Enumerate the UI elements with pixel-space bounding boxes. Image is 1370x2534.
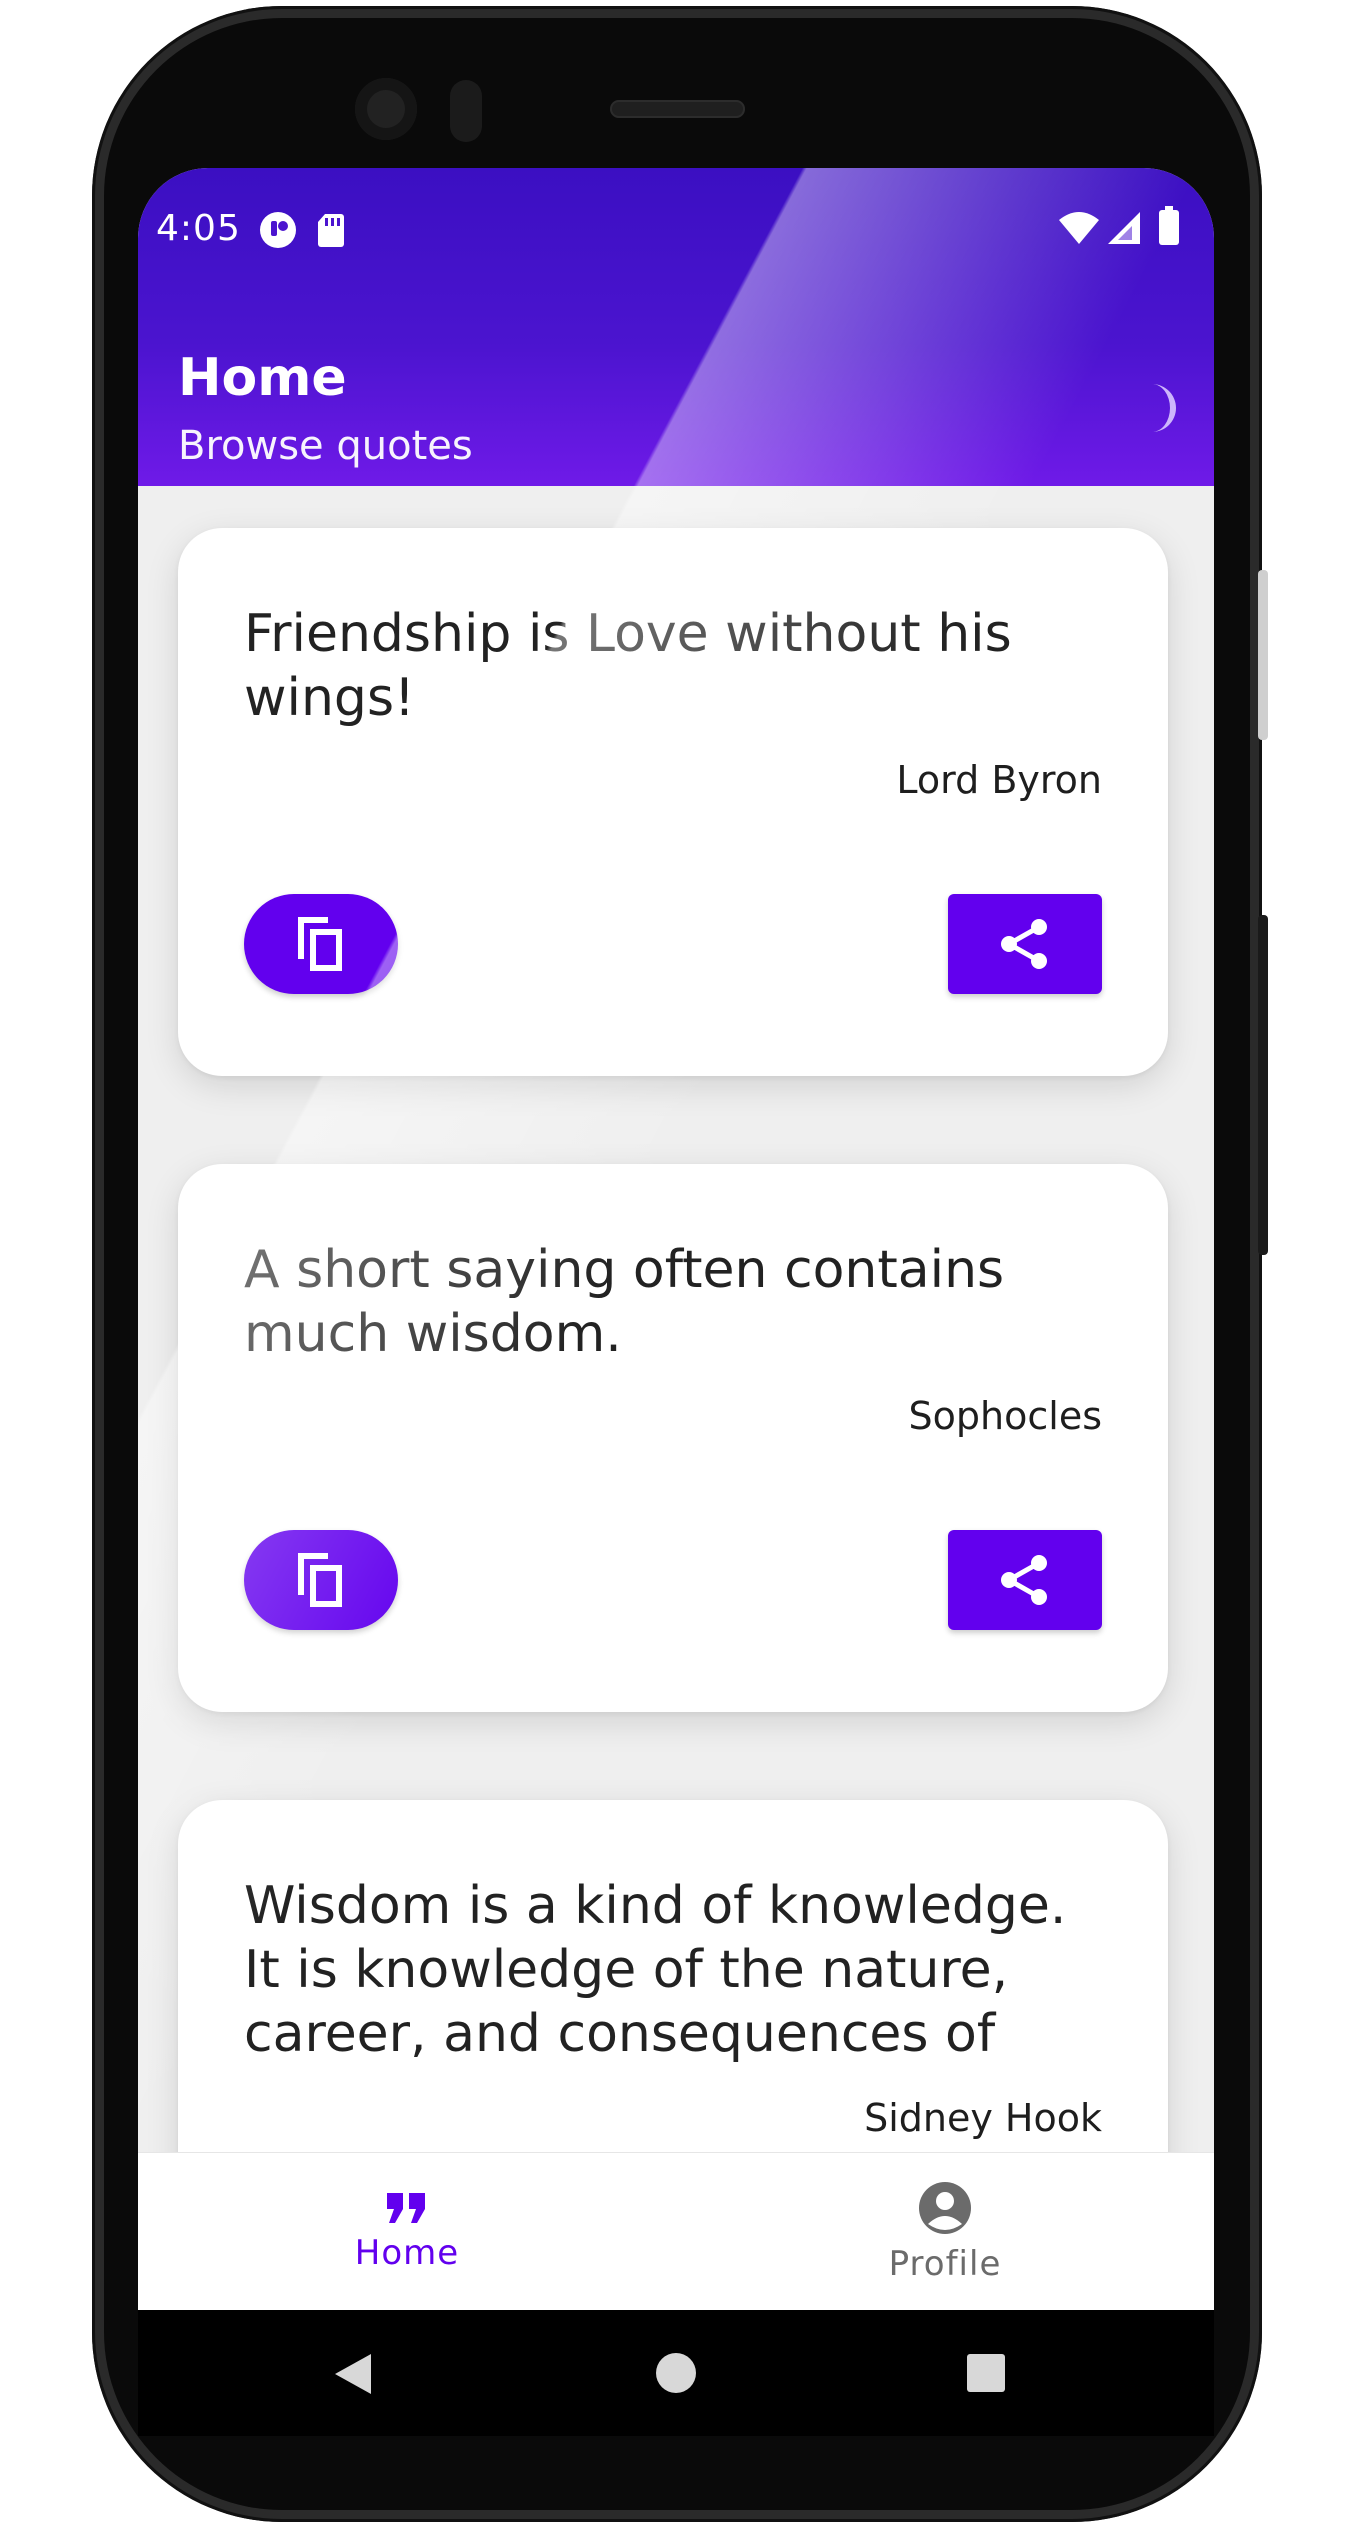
bottom-navigation: Home Profile xyxy=(138,2152,1214,2310)
copy-button[interactable] xyxy=(244,1530,398,1630)
quote-card: A short saying often contains much wisdo… xyxy=(178,1164,1168,1712)
notification-app-icon xyxy=(258,210,298,254)
status-time: 4:05 xyxy=(156,208,241,249)
quote-icon xyxy=(387,2193,425,2223)
proximity-sensor xyxy=(450,80,482,142)
quote-author: Sophocles xyxy=(908,1394,1102,1438)
quote-text: Friendship is Love without his wings! xyxy=(244,604,1012,728)
account-circle-icon xyxy=(919,2182,971,2234)
nav-item-home[interactable]: Home xyxy=(138,2153,676,2310)
share-icon xyxy=(1001,1555,1047,1605)
quote-author: Sidney Hook xyxy=(864,2096,1102,2140)
share-icon xyxy=(1001,919,1047,969)
front-camera xyxy=(355,78,417,140)
quote-card: Friendship is Love without his wings! Lo… xyxy=(178,528,1168,1076)
page-subtitle: Browse quotes xyxy=(178,423,473,469)
nav-item-label: Profile xyxy=(888,2244,1002,2284)
system-navigation-bar xyxy=(138,2310,1214,2436)
battery-icon xyxy=(1158,206,1180,250)
nav-item-label: Home xyxy=(354,2233,460,2273)
quote-text: A short saying often contains much wisdo… xyxy=(244,1240,1005,1364)
quote-card: Wisdom is a kind of knowledge. It is kno… xyxy=(178,1800,1168,2152)
quote-author: Lord Byron xyxy=(896,758,1102,802)
wifi-icon xyxy=(1058,210,1100,250)
quote-text: Wisdom is a kind of knowledge. It is kno… xyxy=(244,1876,1067,2064)
app-screen: 4:05 Home Browse quotes Friendship is Lo… xyxy=(138,168,1214,2310)
nav-item-profile[interactable]: Profile xyxy=(676,2153,1214,2310)
home-icon[interactable] xyxy=(655,2352,697,2394)
copy-icon xyxy=(298,1553,342,1607)
share-button[interactable] xyxy=(948,894,1102,994)
power-button xyxy=(1258,915,1268,1255)
moon-icon xyxy=(1152,384,1176,432)
back-icon[interactable] xyxy=(333,2352,373,2396)
earpiece-speaker xyxy=(610,100,745,118)
copy-icon xyxy=(298,917,342,971)
volume-button xyxy=(1258,570,1268,740)
copy-button[interactable] xyxy=(244,894,398,994)
cell-signal-icon xyxy=(1106,210,1142,250)
sd-card-icon xyxy=(316,210,346,254)
top-app-bar: 4:05 Home Browse quotes xyxy=(138,168,1214,486)
recents-icon[interactable] xyxy=(966,2353,1006,2393)
page-title: Home xyxy=(178,348,347,408)
quote-list[interactable]: Friendship is Love without his wings! Lo… xyxy=(138,486,1214,2152)
share-button[interactable] xyxy=(948,1530,1102,1630)
dark-mode-toggle[interactable] xyxy=(1118,378,1178,438)
